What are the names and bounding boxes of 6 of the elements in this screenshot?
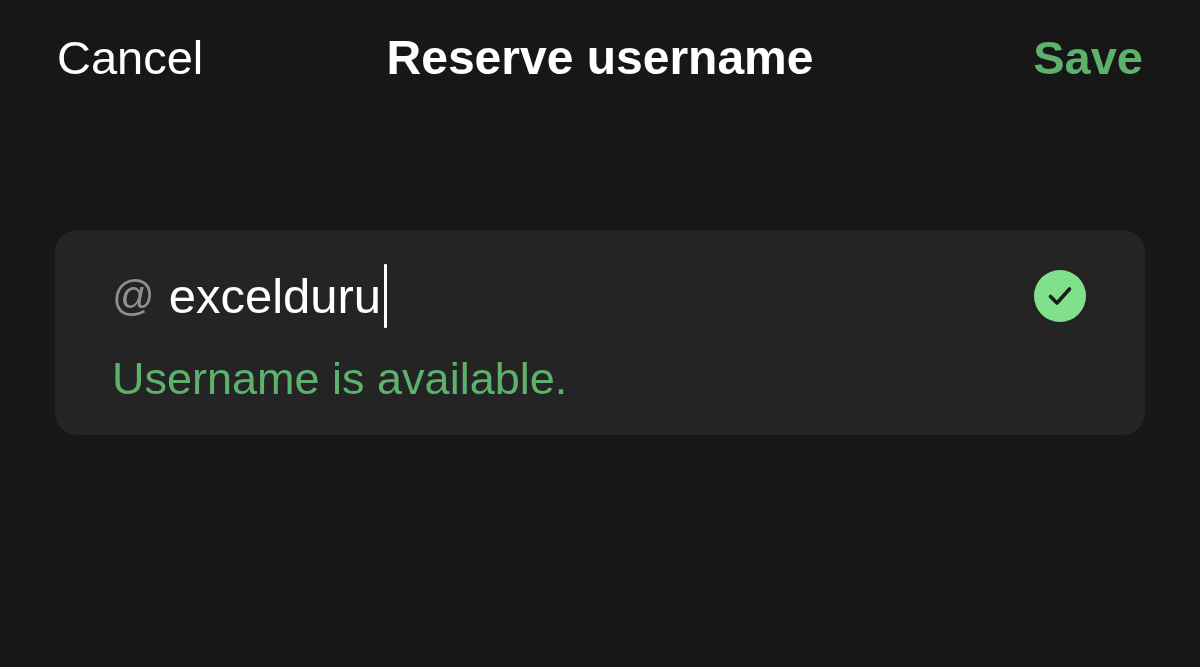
cancel-button[interactable]: Cancel: [57, 30, 204, 86]
availability-message: Username is available.: [112, 354, 569, 404]
save-button[interactable]: Save: [1033, 30, 1143, 86]
username-field[interactable]: excelduru: [168, 264, 388, 328]
screen-title: Reserve username: [386, 30, 814, 86]
at-prefix: @: [112, 271, 155, 321]
